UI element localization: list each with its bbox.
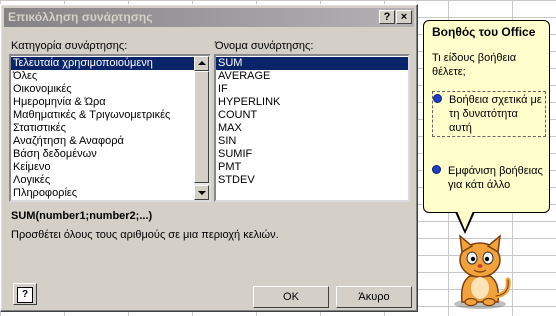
function-list-item[interactable]: SUM — [216, 57, 408, 70]
bullet-icon — [432, 165, 441, 174]
function-list-item[interactable]: HYPERLINK — [216, 96, 408, 109]
dialog-titlebar[interactable]: Επικόλληση συνάρτησης ? × — [4, 8, 414, 27]
category-list-item[interactable]: Βάση δεδομένων — [11, 148, 209, 161]
category-list-item[interactable]: Όλες — [11, 70, 209, 83]
question-mark-icon: ? — [17, 287, 33, 303]
category-list-item[interactable]: Ημερομηνία & Ώρα — [11, 96, 209, 109]
balloon-tail-fill — [457, 211, 473, 230]
function-list-item[interactable]: SIN — [216, 135, 408, 148]
function-list-item[interactable]: PMT — [216, 161, 408, 174]
paste-function-dialog: Επικόλληση συνάρτησης ? × Κατηγορία συνά… — [0, 4, 418, 312]
category-list-item[interactable]: Πληροφορίες — [11, 187, 209, 200]
function-list-item[interactable]: COUNT — [216, 109, 408, 122]
function-list-item[interactable]: MAX — [216, 122, 408, 135]
function-list-item[interactable]: SUMIF — [216, 148, 408, 161]
assistant-balloon: Βοηθός του Office Τι είδους βοήθεια θέλε… — [423, 20, 550, 213]
assistant-option-label: Εμφάνιση βοήθειας για κάτι άλλο — [448, 165, 543, 191]
scroll-up-button[interactable] — [194, 56, 209, 71]
function-list[interactable]: SUM AVERAGE IF HYPERLINK COUNT MAX SIN SUMIF PMT… — [214, 54, 410, 202]
function-description: Προσθέτει όλους τους αριθμούς σε μια περ… — [11, 229, 279, 241]
help-button[interactable]: ? — [379, 10, 395, 24]
category-list-item[interactable]: Μαθηματικές & Τριγωνομετρικές — [11, 109, 209, 122]
ok-button[interactable]: OK — [253, 286, 329, 308]
category-list-item[interactable]: Οικονομικές — [11, 83, 209, 96]
office-assistant-button[interactable]: ? — [13, 283, 37, 305]
category-list-item[interactable]: Λογικές — [11, 174, 209, 187]
cancel-button[interactable]: Άκυρο — [336, 286, 412, 308]
category-list-item[interactable]: Στατιστικές — [11, 122, 209, 135]
assistant-option-help-feature[interactable]: Βοήθεια σχετικά με τη δυνατότητα αυτή — [432, 91, 546, 137]
dialog-title: Επικόλληση συνάρτησης — [8, 10, 153, 24]
category-label: Κατηγορία συνάρτησης: — [11, 40, 128, 52]
assistant-title: Βοηθός του Office — [432, 25, 536, 39]
function-list-item[interactable]: IF — [216, 83, 408, 96]
category-list[interactable]: Τελευταία χρησιμοποιούμενη Όλες Οικονομικέ… — [9, 54, 211, 202]
office-cat-assistant-icon[interactable] — [440, 232, 520, 312]
function-list-item[interactable]: AVERAGE — [216, 70, 408, 83]
scroll-down-button[interactable] — [194, 185, 209, 200]
category-list-item[interactable]: Τελευταία χρησιμοποιούμενη — [11, 57, 209, 70]
scroll-thumb[interactable] — [194, 71, 209, 183]
category-list-item[interactable]: Κείμενο — [11, 161, 209, 174]
bullet-icon — [433, 94, 442, 103]
close-button[interactable]: × — [396, 10, 412, 24]
assistant-option-other-help[interactable]: Εμφάνιση βοήθειας για κάτι άλλο — [432, 163, 552, 193]
category-scrollbar[interactable] — [194, 56, 209, 200]
assistant-question: Τι είδους βοήθεια θέλετε; — [432, 52, 517, 78]
assistant-option-label: Βοήθεια σχετικά με τη δυνατότητα αυτή — [449, 94, 542, 134]
function-syntax: SUM(number1;number2;...) — [11, 210, 153, 222]
function-list-item[interactable]: STDEV — [216, 174, 408, 187]
category-list-item[interactable]: Αναζήτηση & Αναφορά — [11, 135, 209, 148]
function-name-label: Όνομα συνάρτησης: — [215, 40, 314, 52]
